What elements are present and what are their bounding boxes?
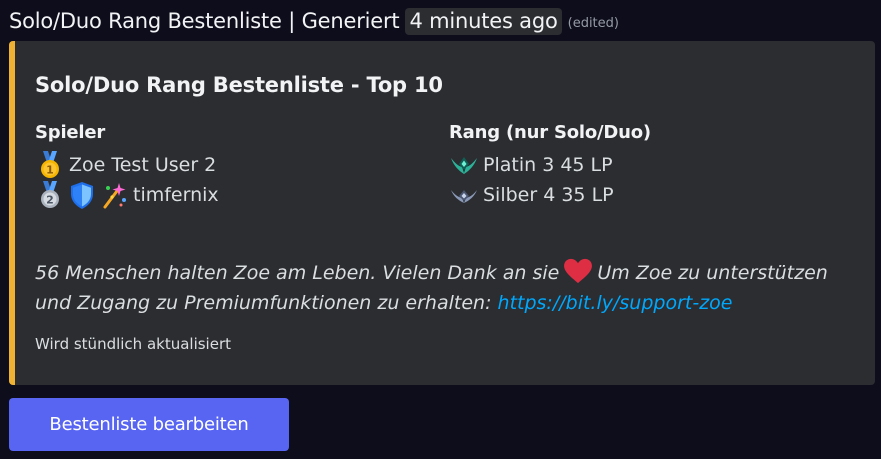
players-field: Spieler 1 Zoe Test User 2 2 timfernix: [35, 122, 219, 210]
embed-accent-bar: [9, 41, 15, 385]
rank-label: Platin 3 45 LP: [483, 154, 613, 176]
message-header: Solo/Duo Rang Bestenliste | Generiert 4 …: [9, 4, 619, 38]
embed-description: 56 Menschen halten Zoe am Leben. Vielen …: [35, 258, 865, 318]
rank-row: Silber 4 35 LP: [449, 180, 651, 210]
edit-leaderboard-button[interactable]: Bestenliste bearbeiten: [9, 398, 289, 451]
embed-title: Solo/Duo Rang Bestenliste - Top 10: [35, 73, 443, 97]
description-text: 56 Menschen halten Zoe am Leben. Vielen …: [35, 262, 560, 284]
edited-label: (edited): [567, 15, 619, 31]
ranks-header: Rang (nur Solo/Duo): [449, 122, 651, 143]
svg-text:2: 2: [46, 194, 54, 207]
support-link[interactable]: https://bit.ly/support-zoe: [498, 292, 733, 314]
silver-rank-icon: [449, 180, 479, 210]
shield-badge-icon: [67, 180, 97, 210]
player-row: 2 timfernix: [35, 180, 219, 210]
medal-1-icon: 1: [35, 150, 65, 180]
sparkle-badge-icon: [99, 180, 129, 210]
heart-icon: [564, 258, 593, 284]
ranks-field: Rang (nur Solo/Duo) Platin 3 45 LP Silbe…: [449, 122, 651, 210]
player-row: 1 Zoe Test User 2: [35, 150, 219, 180]
svg-text:1: 1: [46, 164, 54, 177]
embed-footer: Wird stündlich aktualisiert: [35, 335, 232, 353]
player-name: Zoe Test User 2: [69, 154, 217, 176]
players-header: Spieler: [35, 122, 106, 143]
platinum-rank-icon: [449, 150, 479, 180]
medal-2-icon: 2: [35, 180, 65, 210]
leaderboard-embed: Solo/Duo Rang Bestenliste - Top 10 Spiel…: [9, 41, 875, 385]
timestamp[interactable]: 4 minutes ago: [405, 7, 562, 35]
rank-row: Platin 3 45 LP: [449, 150, 651, 180]
rank-label: Silber 4 35 LP: [483, 184, 614, 206]
message-title: Solo/Duo Rang Bestenliste | Generiert: [9, 9, 400, 33]
player-name: timfernix: [133, 184, 219, 206]
